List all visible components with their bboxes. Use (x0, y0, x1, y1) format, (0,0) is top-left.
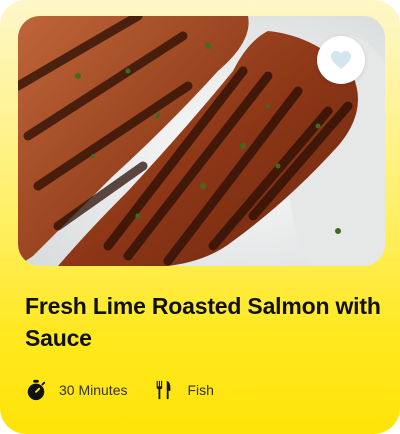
category: Fish (153, 379, 214, 401)
recipe-title: Fresh Lime Roasted Salmon with Sauce (25, 293, 381, 351)
cook-time-label: 30 Minutes (59, 382, 128, 398)
fork-knife-icon (153, 379, 175, 401)
heart-icon (331, 50, 351, 70)
stopwatch-icon (25, 379, 47, 401)
favorite-button[interactable] (317, 36, 365, 84)
recipe-card[interactable]: Fresh Lime Roasted Salmon with Sauce 30 … (0, 0, 400, 434)
recipe-meta: 30 Minutes Fish (25, 376, 240, 404)
category-label: Fish (187, 382, 214, 398)
recipe-image[interactable] (18, 16, 385, 266)
cook-time: 30 Minutes (25, 379, 127, 401)
